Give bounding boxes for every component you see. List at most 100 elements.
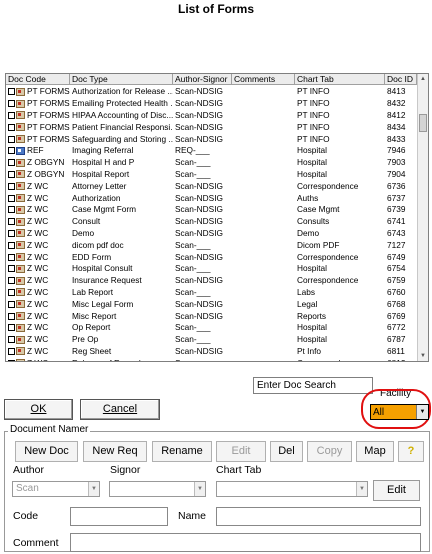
copy-button[interactable]: Copy (307, 441, 352, 462)
cell-doc-id: 6811 (387, 345, 405, 356)
row-checkbox[interactable] (8, 324, 15, 332)
doc-code-text: PT FORMS (27, 86, 70, 97)
chart-tab-select[interactable]: ▼ (216, 481, 368, 497)
map-button[interactable]: Map (356, 441, 394, 462)
table-header: Doc Code Doc Type Author-Signor Comments… (6, 74, 428, 85)
table-row[interactable]: Z WC Release of RecordsScan-___ Correspond… (6, 357, 419, 361)
table-scrollbar[interactable]: ▲ ▼ (417, 74, 428, 361)
table-row[interactable]: Z WC Authorization Scan-NDSIG Auths 6737 (6, 192, 419, 204)
cell-author-signor: Scan-NDSIG (175, 133, 223, 144)
table-row[interactable]: Z WC Misc Report Scan-NDSIG Reports 6769 (6, 310, 419, 322)
row-checkbox[interactable] (8, 218, 15, 226)
chevron-down-icon[interactable]: ▼ (356, 482, 367, 496)
row-checkbox[interactable] (8, 206, 15, 214)
row-checkbox[interactable] (8, 182, 15, 190)
edit-button[interactable]: Edit (373, 480, 420, 501)
row-checkbox[interactable] (8, 100, 15, 108)
cell-doc-code: PT FORMS (6, 134, 70, 145)
chevron-down-icon[interactable]: ▼ (194, 482, 205, 496)
del-button[interactable]: Del (270, 441, 303, 462)
chevron-down-icon[interactable]: ▼ (88, 482, 99, 496)
forms-table[interactable]: Doc Code Doc Type Author-Signor Comments… (5, 73, 429, 362)
help-lightbulb-icon[interactable]: ? (398, 441, 424, 462)
table-row[interactable]: Z WC Hospital Consult Scan-___ Hospital 6754 (6, 263, 419, 275)
row-checkbox[interactable] (8, 277, 15, 285)
row-checkbox[interactable] (8, 123, 15, 131)
col-doc-type[interactable]: Doc Type (70, 74, 173, 84)
cell-author-signor: Scan-___ (175, 239, 211, 250)
table-row[interactable]: Z WC Misc Legal Form Scan-NDSIG Legal 6768 (6, 298, 419, 310)
table-row[interactable]: REF Imaging Referral REQ-___ Hospital 7946 (6, 145, 419, 157)
row-checkbox[interactable] (8, 159, 15, 167)
rename-button[interactable]: Rename (152, 441, 212, 462)
ok-button[interactable]: OK (4, 399, 73, 420)
row-checkbox[interactable] (8, 135, 15, 143)
table-row[interactable]: Z WC Insurance Request Scan-NDSIG Correspon… (6, 275, 419, 287)
row-checkbox[interactable] (8, 359, 15, 361)
row-checkbox[interactable] (8, 88, 15, 96)
table-row[interactable]: Z WC Op Report Scan-___ Hospital 6772 (6, 322, 419, 334)
col-doc-id[interactable]: Doc ID (385, 74, 417, 84)
row-checkbox[interactable] (8, 170, 15, 178)
new-doc-button[interactable]: New Doc (15, 441, 78, 462)
row-checkbox[interactable] (8, 147, 15, 155)
table-row[interactable]: Z OBGYN Hospital Report Scan-___ Hospital 79… (6, 169, 419, 181)
cell-author-signor: Scan-___ (175, 322, 211, 333)
row-checkbox[interactable] (8, 347, 15, 355)
row-checkbox[interactable] (8, 194, 15, 202)
cell-doc-code: PT FORMS (6, 110, 70, 121)
row-checkbox[interactable] (8, 265, 15, 273)
doc-code-text: Z WC (27, 192, 49, 203)
row-checkbox[interactable] (8, 300, 15, 308)
row-checkbox[interactable] (8, 111, 15, 119)
scroll-up-arrow-icon[interactable]: ▲ (418, 74, 428, 84)
cell-doc-type: Imaging Referral (72, 145, 134, 156)
table-row[interactable]: PT FORMS HIPAA Accounting of Disc... Scan-… (6, 110, 419, 122)
row-checkbox[interactable] (8, 288, 15, 296)
table-row[interactable]: Z WC Case Mgmt Form Scan-NDSIG Case Mgmt 673… (6, 204, 419, 216)
table-row[interactable]: PT FORMS Emailing Protected Health ... Sca… (6, 98, 419, 110)
author-select[interactable]: Scan ▼ (12, 481, 100, 497)
cell-doc-id: 6768 (387, 298, 406, 309)
scroll-down-arrow-icon[interactable]: ▼ (418, 351, 428, 361)
cancel-button[interactable]: Cancel (80, 399, 160, 420)
document-namer-legend: Document Namer (8, 424, 91, 435)
table-row[interactable]: PT FORMS Patient Financial Responsi... Sca… (6, 121, 419, 133)
col-chart-tab[interactable]: Chart Tab (295, 74, 385, 84)
table-row[interactable]: Z WC Lab Report Scan-___ Labs 6760 (6, 287, 419, 299)
table-row[interactable]: Z WC Demo Scan-NDSIG Demo 6743 (6, 228, 419, 240)
document-icon (16, 123, 25, 132)
row-checkbox[interactable] (8, 253, 15, 261)
code-field[interactable] (70, 507, 168, 526)
table-row[interactable]: Z WC Attorney Letter Scan-NDSIG Corresponde… (6, 180, 419, 192)
table-row[interactable]: Z WC dicom pdf doc Scan-___ Dicom PDF 7127 (6, 239, 419, 251)
new-req-button[interactable]: New Req (83, 441, 147, 462)
doc-search-input[interactable]: Enter Doc Search (253, 377, 373, 394)
table-row[interactable]: PT FORMS Authorization for Release ... Sca… (6, 86, 419, 98)
table-row[interactable]: Z WC Reg Sheet Scan-NDSIG Pt Info 6811 (6, 346, 419, 358)
table-row[interactable]: Z OBGYN Hospital H and P Scan-___ Hospital 7… (6, 157, 419, 169)
doc-code-text: Z WC (27, 298, 49, 309)
chevron-down-icon[interactable]: ▼ (416, 405, 428, 419)
col-comments[interactable]: Comments (232, 74, 295, 84)
edit-toolbar-button[interactable]: Edit (216, 441, 266, 462)
col-doc-code[interactable]: Doc Code (6, 74, 70, 84)
name-field[interactable] (216, 507, 421, 526)
comment-field[interactable] (70, 533, 421, 552)
document-icon (16, 288, 25, 297)
row-checkbox[interactable] (8, 312, 15, 320)
cell-chart-tab: PT INFO (297, 133, 330, 144)
table-row[interactable]: Z WC Pre Op Scan-___ Hospital 6787 (6, 334, 419, 346)
scroll-thumb[interactable] (419, 114, 427, 132)
row-checkbox[interactable] (8, 336, 15, 344)
doc-code-text: PT FORMS (27, 109, 70, 120)
signor-select[interactable]: ▼ (109, 481, 206, 497)
facility-select[interactable]: All ▼ (370, 404, 429, 420)
row-checkbox[interactable] (8, 241, 15, 249)
author-value: Scan (16, 483, 39, 494)
row-checkbox[interactable] (8, 229, 15, 237)
table-row[interactable]: Z WC EDD Form Scan-NDSIG Correspondence 6749 (6, 251, 419, 263)
col-author-signor[interactable]: Author-Signor (173, 74, 232, 84)
table-row[interactable]: Z WC Consult Scan-NDSIG Consults 6741 (6, 216, 419, 228)
table-row[interactable]: PT FORMS Safeguarding and Storing ... Scan… (6, 133, 419, 145)
